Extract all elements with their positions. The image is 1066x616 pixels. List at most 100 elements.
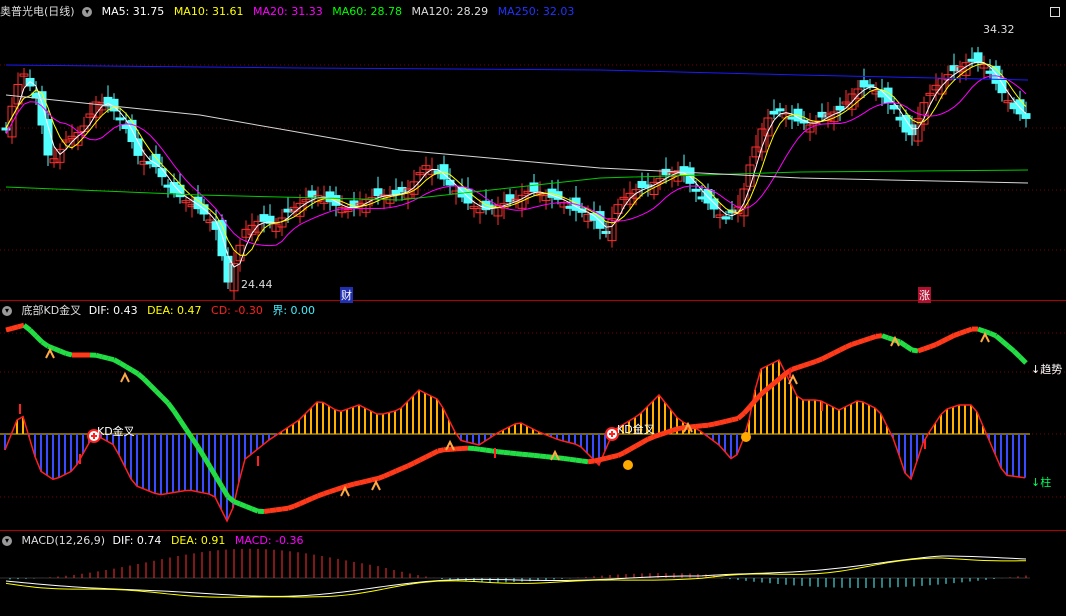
kd-curve-segment [424, 451, 434, 460]
kd-curve-segment [946, 333, 956, 341]
kd-curve-segment [281, 505, 289, 512]
kd-curve-segment [177, 418, 189, 431]
macd-macd: MACD: -0.36 [234, 534, 304, 547]
kd-curve-segment [989, 330, 997, 339]
kd-curve-segment [251, 506, 259, 514]
kd-cross-label: KD金叉 [617, 423, 655, 436]
kd-curve-segment [305, 496, 313, 504]
kd-curve-segment [917, 346, 925, 354]
macd-dif: DIF: 0.74 [112, 534, 162, 547]
kd-curve-segment [365, 477, 373, 484]
kd-curve-segment [587, 458, 595, 465]
stock-title: 奥普光电(日线) [0, 5, 75, 18]
kd-curve-segment [34, 334, 44, 344]
kd-curve-segment [875, 333, 883, 339]
ma60-value: MA60: 28.78 [332, 5, 402, 18]
kd-curve-segment [809, 358, 817, 366]
kd-curve-segment [911, 347, 919, 354]
kd-curve-segment [389, 468, 397, 476]
coin-marker [623, 460, 633, 470]
kd-curve-segment [418, 454, 428, 463]
candle-body [721, 216, 731, 220]
panel-separator [0, 300, 1066, 301]
kd-curve-segment [323, 489, 331, 497]
kd-curve-segment [707, 421, 715, 428]
kd-curve-segment [959, 328, 967, 336]
main-legend: 奥普光电(日线) ▾ MA5: 31.75 MA10: 31.61 MA20: … [0, 4, 580, 20]
kd-curve-segment [689, 423, 697, 430]
kd-curve-segment [28, 328, 38, 338]
kd-curve-segment [815, 356, 823, 364]
kd-curve-segment [605, 454, 613, 461]
kd-cross-label: KD金叉 [97, 425, 135, 438]
kd-curve-segment [47, 343, 55, 351]
candle-body [1015, 99, 1025, 115]
kd-curve-segment [881, 333, 889, 341]
candle-body [691, 188, 701, 192]
kd-curve-segment [154, 389, 164, 399]
kd-curve-segment [713, 420, 721, 427]
kd-curve-segment [869, 333, 877, 341]
kd-curve-segment [395, 466, 403, 474]
kd-curve-segment [53, 346, 61, 354]
kd-curve-segment [371, 476, 379, 483]
candle-body [973, 52, 983, 64]
kd-curve-segment [563, 456, 571, 462]
collapse-toggle-icon[interactable]: ▾ [2, 536, 12, 546]
candle-body [601, 230, 611, 234]
kd-curve-segment [515, 451, 523, 457]
kd-curve-segment [671, 426, 679, 434]
kd-curve-segment [622, 447, 632, 455]
candle-body [529, 182, 539, 192]
kd-curve-segment [611, 453, 619, 460]
kd-curve-segment [545, 454, 553, 460]
kd-curve-segment [539, 453, 547, 460]
candle-body [307, 190, 317, 199]
kd-curve-segment [1018, 355, 1028, 365]
macd-legend: ▾ MACD(12,26,9) DIF: 0.74 DEA: 0.91 MACD… [0, 533, 310, 549]
kd-curve-segment [677, 425, 685, 432]
candle-body [505, 194, 515, 203]
trend-label: ↓趋势 [1031, 363, 1063, 376]
finance-marker[interactable]: 财 [340, 287, 353, 303]
kd-curve-segment [647, 434, 655, 442]
kd-curve-segment [437, 447, 445, 454]
kd-curve-segment [994, 333, 1004, 343]
kd-curve-segment [593, 457, 601, 464]
kd-curve-segment [107, 355, 115, 363]
ma250-value: MA250: 32.03 [497, 5, 575, 18]
indicator-dea: DEA: 0.47 [147, 304, 202, 317]
candle-body [883, 87, 893, 104]
kd-curve-segment [269, 507, 277, 514]
kd-curve-segment [803, 360, 811, 368]
kd-curve-segment [95, 352, 103, 360]
kd-curve-segment [136, 371, 146, 381]
indicator-dif: DIF: 0.43 [88, 304, 138, 317]
ma20-value: MA20: 31.33 [253, 5, 323, 18]
kd-curve-segment [118, 360, 128, 369]
kd-curve-segment [124, 364, 134, 373]
person-marker-icon [371, 479, 381, 491]
person-marker-icon [980, 331, 990, 343]
kd-curve-segment [359, 478, 367, 486]
kd-curve-segment [725, 417, 733, 424]
kd-curve-segment [293, 501, 301, 509]
kd-curve-segment [695, 423, 703, 429]
kd-curve-segment [335, 485, 343, 493]
kd-curve-segment [245, 504, 253, 512]
macd-dea: DEA: 0.91 [170, 534, 226, 547]
limit-up-marker[interactable]: 涨 [918, 287, 931, 303]
indicator-jie: 界: 0.00 [272, 304, 316, 317]
kd-curve-segment [820, 353, 830, 362]
ma250-line [5, 64, 1029, 81]
kd-curve-segment [430, 448, 440, 457]
collapse-toggle-icon[interactable]: ▾ [2, 306, 12, 316]
kd-curve-segment [40, 339, 50, 349]
kd-curve-segment [130, 368, 140, 376]
kd-curve-segment [479, 446, 487, 453]
kd-curve-segment [863, 335, 871, 343]
maximize-icon[interactable] [1050, 7, 1060, 17]
collapse-toggle-icon[interactable]: ▾ [82, 7, 93, 17]
candle-body [661, 168, 671, 176]
kd-curve-segment [166, 401, 176, 413]
